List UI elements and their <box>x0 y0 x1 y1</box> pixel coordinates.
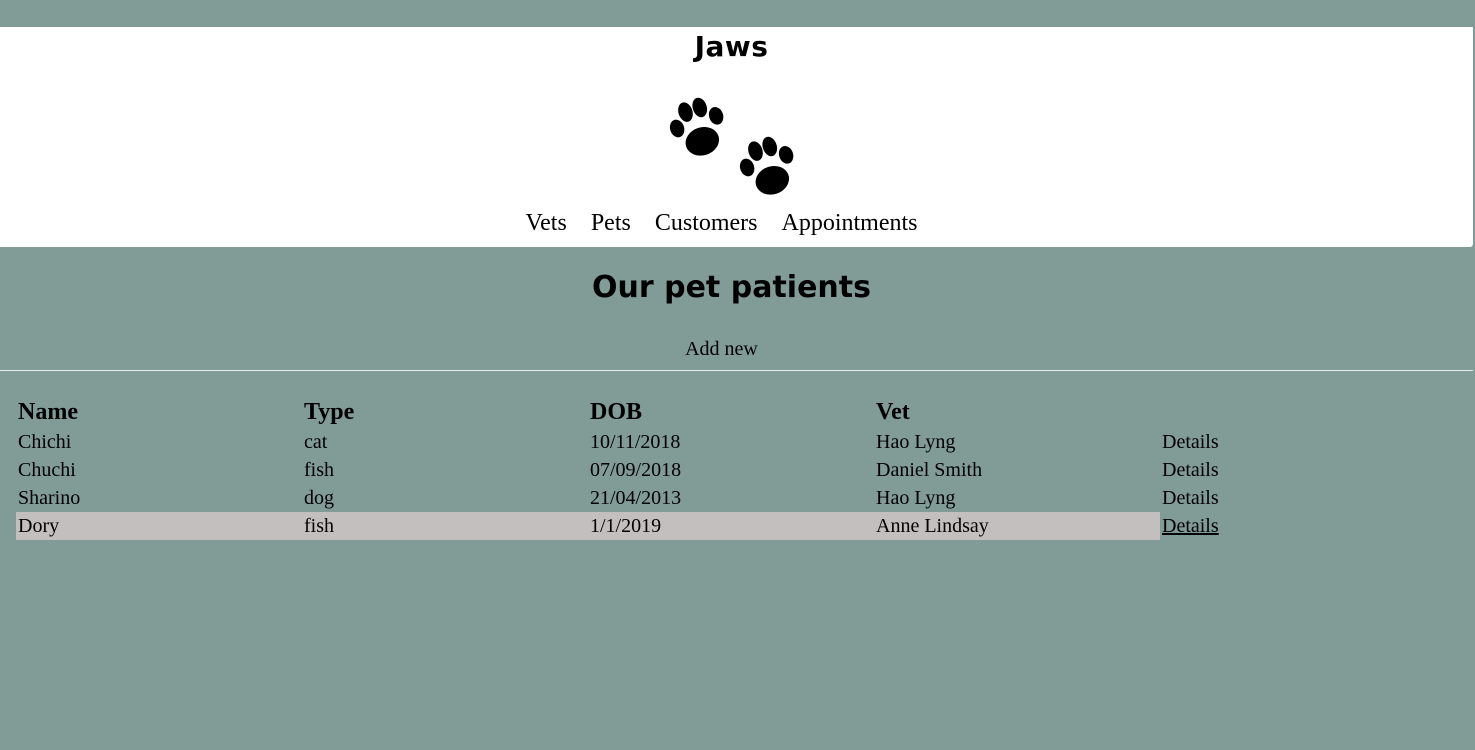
column-header-vet: Vet <box>876 398 910 425</box>
top-strip <box>0 0 1475 27</box>
pet-type: dog <box>304 486 334 509</box>
pet-vet: Hao Lyng <box>876 430 956 453</box>
pet-dob: 10/11/2018 <box>590 430 681 453</box>
column-header-dob: DOB <box>590 398 643 425</box>
nav-customers[interactable]: Customers <box>655 210 758 236</box>
details-cell: Details <box>1160 484 1254 512</box>
column-header-type: Type <box>304 398 355 425</box>
pet-dob: 07/09/2018 <box>590 458 682 481</box>
paw-print-icon <box>739 136 794 195</box>
table-header-row: Name Type DOB Vet <box>16 396 1254 428</box>
pet-type: fish <box>304 458 334 481</box>
pet-name: Dory <box>16 512 302 540</box>
pet-vet: Hao Lyng <box>876 486 956 509</box>
pet-vet: Anne Lindsay <box>874 512 1160 540</box>
site-brand: Jaws <box>694 30 769 63</box>
table-row: Chichi cat 10/11/2018 Hao Lyng Details <box>16 428 1254 456</box>
details-link[interactable]: Details <box>1162 487 1219 509</box>
details-cell: Details <box>1160 428 1254 456</box>
pets-table: Name Type DOB Vet Chichi cat 10/11/2018 … <box>16 396 1254 540</box>
table-row: Sharino dog 21/04/2013 Hao Lyng Details <box>16 484 1254 512</box>
details-cell: Details <box>1160 456 1254 484</box>
paw-print-icon <box>669 97 724 156</box>
pet-type: fish <box>302 512 588 540</box>
main-nav: Vets Pets Customers Appointments <box>0 210 1443 237</box>
pet-vet: Daniel Smith <box>876 458 983 481</box>
table-row: Chuchi fish 07/09/2018 Daniel Smith Deta… <box>16 456 1254 484</box>
details-link[interactable]: Details <box>1162 431 1219 453</box>
divider <box>0 370 1473 371</box>
site-header: Jaws Vets Pets Customers Appointments <box>0 27 1473 247</box>
table-row-hovered[interactable]: Dory fish 1/1/2019 Anne Lindsay Details <box>16 512 1254 540</box>
column-header-name: Name <box>18 398 78 425</box>
page-title: Our pet patients <box>592 270 871 305</box>
details-cell: Details <box>1160 512 1254 540</box>
details-link[interactable]: Details <box>1162 459 1219 481</box>
pet-name: Chuchi <box>18 458 76 481</box>
nav-pets[interactable]: Pets <box>591 210 631 236</box>
add-new-link[interactable]: Add new <box>0 338 1443 361</box>
pet-name: Sharino <box>18 486 81 509</box>
pet-name: Chichi <box>18 430 72 453</box>
details-link[interactable]: Details <box>1162 515 1219 537</box>
pet-dob: 21/04/2013 <box>590 486 682 509</box>
pet-dob: 1/1/2019 <box>588 512 874 540</box>
pet-type: cat <box>304 430 328 453</box>
nav-vets[interactable]: Vets <box>525 210 566 236</box>
column-header-actions <box>1160 396 1254 428</box>
nav-appointments[interactable]: Appointments <box>782 210 918 236</box>
